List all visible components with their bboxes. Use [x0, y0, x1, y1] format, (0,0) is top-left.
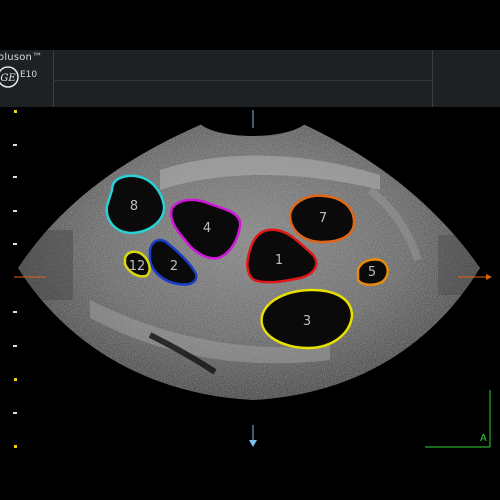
depth-tick	[13, 311, 17, 313]
follicle-label: 7	[319, 211, 327, 226]
depth-tick	[13, 345, 17, 347]
depth-tick	[14, 445, 17, 448]
follicle-5: 5	[356, 258, 389, 286]
ultrasound-image: 8 4 7 1 2 12 5 3	[14, 110, 492, 448]
follicle-label: 5	[368, 265, 376, 280]
depth-tick	[13, 412, 17, 414]
follicle-label: 4	[203, 221, 211, 236]
follicle-3: 3	[260, 288, 354, 350]
depth-tick	[13, 243, 17, 245]
follicle-label: 12	[129, 259, 146, 274]
orientation-label: A	[480, 433, 487, 444]
follicle-7: 7	[288, 194, 356, 244]
follicle-label: 2	[170, 259, 178, 274]
follicle-label: 3	[303, 314, 311, 329]
depth-tick	[14, 110, 17, 113]
depth-tick	[13, 210, 17, 212]
follicle-label: 1	[275, 253, 283, 268]
depth-tick	[14, 378, 17, 381]
follicle-label: 8	[130, 199, 138, 214]
depth-tick	[13, 144, 17, 146]
depth-tick	[13, 176, 17, 178]
